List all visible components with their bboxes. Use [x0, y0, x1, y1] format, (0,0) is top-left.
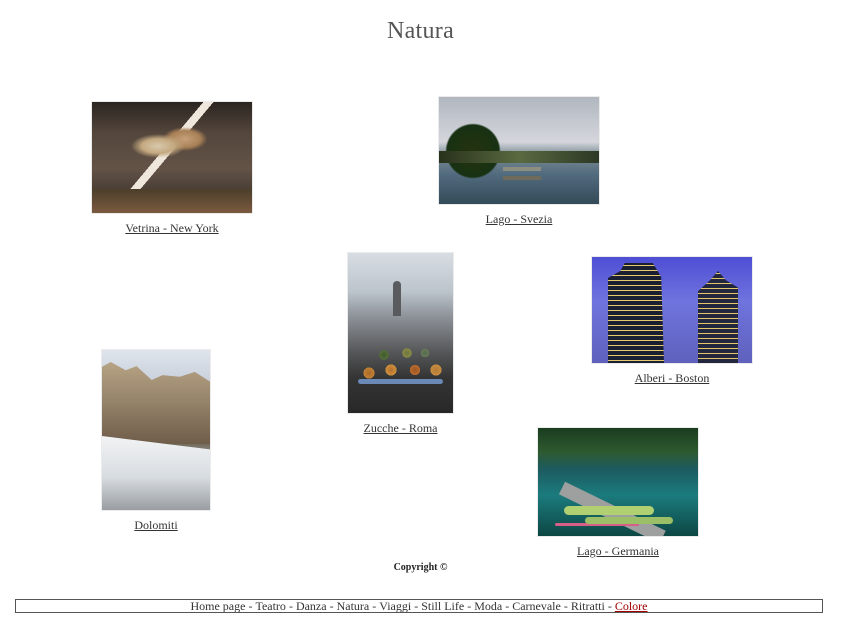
city-trees-boston-photo[interactable]: [592, 257, 752, 363]
gallery-item-dolomiti[interactable]: Dolomiti: [102, 350, 210, 533]
gallery-item-alberi[interactable]: Alberi - Boston: [592, 257, 752, 386]
nav-separator: -: [372, 599, 377, 613]
footer-navigation: Home page - Teatro - Danza - Natura - Viaggi - Sti…: [15, 599, 823, 613]
nav-ritratti[interactable]: Ritratti: [571, 600, 605, 612]
nav-carnevale[interactable]: Carnevale: [512, 600, 561, 612]
nav-separator: -: [414, 599, 419, 613]
caption-lago-svezia[interactable]: Lago - Svezia: [486, 212, 553, 227]
nav-home-page[interactable]: Home page: [190, 600, 245, 612]
taxidermy-cats-photo[interactable]: [92, 102, 252, 213]
nav-still-life[interactable]: Still Life: [421, 600, 464, 612]
nav-separator: -: [288, 599, 293, 613]
pumpkins-rome-photo[interactable]: [348, 253, 453, 413]
lake-sweden-photo[interactable]: [439, 97, 599, 204]
nav-viaggi[interactable]: Viaggi: [379, 600, 411, 612]
caption-vetrina[interactable]: Vetrina - New York: [125, 221, 218, 236]
nav-moda[interactable]: Moda: [474, 600, 502, 612]
mountains-photo[interactable]: [102, 350, 210, 510]
gallery-item-lago-germania[interactable]: Lago - Germania: [538, 428, 698, 559]
lake-germany-photo[interactable]: [538, 428, 698, 536]
gallery-item-zucche[interactable]: Zucche - Roma: [348, 253, 453, 436]
caption-lago-germania[interactable]: Lago - Germania: [577, 544, 659, 559]
copyright-text: Copyright ©: [393, 562, 448, 573]
nav-natura[interactable]: Natura: [337, 600, 370, 612]
nav-teatro[interactable]: Teatro: [255, 600, 285, 612]
nav-separator: -: [329, 599, 334, 613]
nav-danza[interactable]: Danza: [296, 600, 327, 612]
nav-separator: -: [467, 599, 472, 613]
nav-colore[interactable]: Colore: [615, 600, 648, 612]
gallery-item-lago-svezia[interactable]: Lago - Svezia: [439, 97, 599, 227]
gallery-item-vetrina[interactable]: Vetrina - New York: [92, 102, 252, 236]
caption-zucche[interactable]: Zucche - Roma: [364, 421, 438, 436]
caption-dolomiti[interactable]: Dolomiti: [134, 518, 177, 533]
page-title: Natura: [386, 18, 455, 44]
nav-separator: -: [563, 599, 568, 613]
caption-alberi[interactable]: Alberi - Boston: [635, 371, 710, 386]
nav-separator: -: [607, 599, 612, 613]
nav-separator: -: [248, 599, 253, 613]
nav-separator: -: [505, 599, 510, 613]
